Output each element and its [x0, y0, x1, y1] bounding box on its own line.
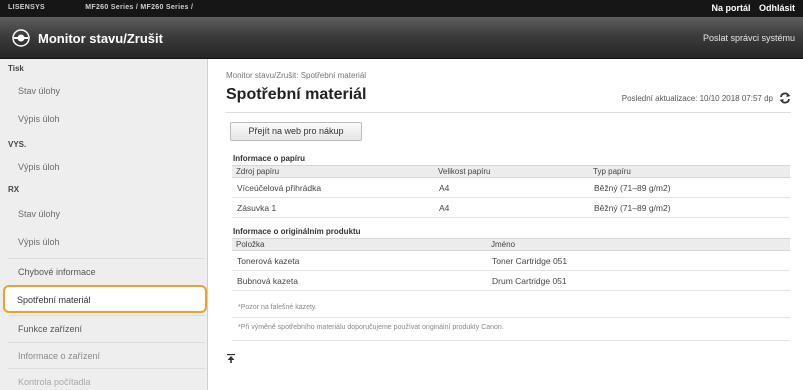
note-divider — [232, 317, 790, 318]
sidebar-heading-print: Tisk — [8, 64, 24, 73]
content-bottom-divider — [232, 340, 790, 341]
device-info: LISENSYS MF260 Series / MF260 Series / — [8, 4, 193, 11]
sidebar-heading-receive: RX — [8, 185, 20, 194]
top-links: Na portál Odhlásit — [705, 3, 795, 13]
go-to-shop-button[interactable]: Přejít na web pro nákup — [230, 122, 362, 141]
table-row: Tonerová kazeta Toner Cartridge 051 — [232, 250, 790, 271]
logout-link[interactable]: Odhlásit — [759, 3, 795, 13]
sidebar: Tisk Stav úlohy Výpis úloh VYS. Výpis úl… — [0, 59, 208, 390]
sidebar-item-device-features[interactable]: Funkce zařízení — [8, 315, 205, 341]
table-header-row: Položka Jméno — [232, 238, 790, 251]
top-bar: LISENSYS MF260 Series / MF260 Series / N… — [0, 0, 803, 17]
table-cell: Běžný (71–89 g/m2) — [589, 197, 790, 218]
refresh-icon[interactable] — [778, 91, 792, 105]
product-info-title: Informace o originálním produktu — [233, 227, 361, 236]
sidebar-link-print-job-log[interactable]: Výpis úloh — [18, 114, 60, 124]
column-header: Typ papíru — [589, 165, 790, 178]
title-bar: Monitor stavu/Zrušit Poslat správci syst… — [0, 17, 803, 59]
device-model: MF260 Series / MF260 Series / — [85, 4, 194, 11]
paper-info-title: Informace o papíru — [233, 154, 306, 163]
sidebar-item-counter-check[interactable]: Kontrola počítadla — [8, 368, 205, 390]
table-row: Zásuvka 1 A4 Běžný (71–89 g/m2) — [232, 197, 790, 218]
table-cell: Víceúčelová přihrádka — [232, 177, 434, 198]
column-header: Položka — [232, 238, 487, 251]
page-title: Spotřební materiál — [226, 86, 367, 103]
page-header-title: Monitor stavu/Zrušit — [38, 31, 163, 46]
main-content: Monitor stavu/Zrušit: Spotřební materiál… — [208, 59, 803, 390]
product-info-table: Položka Jméno Tonerová kazeta Toner Cart… — [232, 238, 790, 291]
last-update-text: Poslední aktualizace: 10/10 2018 07:57 d… — [621, 94, 773, 103]
table-header-row: Zdroj papíru Velikost papíru Typ papíru — [232, 165, 790, 178]
table-cell: A4 — [434, 197, 589, 218]
title-divider — [226, 112, 791, 113]
table-cell: Tonerová kazeta — [232, 250, 487, 271]
sidebar-item-consumables[interactable]: Spotřební materiál — [3, 285, 207, 313]
user-name: LISENSYS — [8, 4, 46, 11]
sidebar-link-send-job-log[interactable]: Výpis úloh — [18, 162, 60, 172]
portal-link[interactable]: Na portál — [711, 3, 750, 13]
table-cell: Drum Cartridge 051 — [487, 270, 790, 291]
paper-info-table: Zdroj papíru Velikost papíru Typ papíru … — [232, 165, 790, 218]
mail-admin-link[interactable]: Poslat správci systému — [703, 33, 795, 43]
sidebar-item-error-info[interactable]: Chybové informace — [8, 258, 205, 284]
table-cell: Toner Cartridge 051 — [487, 250, 790, 271]
table-cell: Běžný (71–89 g/m2) — [589, 177, 790, 198]
column-header: Jméno — [487, 238, 790, 251]
sidebar-heading-send: VYS. — [8, 140, 27, 149]
fake-cartridge-note: *Pozor na falešné kazety. — [238, 304, 317, 311]
genuine-products-note: *Při výměně spotřebního materiálu doporu… — [238, 324, 504, 331]
breadcrumb: Monitor stavu/Zrušit: Spotřební materiál — [226, 71, 367, 80]
sidebar-link-receive-job-status[interactable]: Stav úlohy — [18, 209, 60, 219]
back-to-top-icon[interactable] — [227, 354, 235, 363]
column-header: Velikost papíru — [434, 165, 589, 178]
table-cell: Zásuvka 1 — [232, 197, 434, 218]
sidebar-item-device-info[interactable]: Informace o zařízení — [8, 342, 205, 368]
sidebar-link-print-job-status[interactable]: Stav úlohy — [18, 86, 60, 96]
canon-device-icon — [12, 29, 30, 47]
table-cell: Bubnová kazeta — [232, 270, 487, 291]
column-header: Zdroj papíru — [232, 165, 434, 178]
table-row: Víceúčelová přihrádka A4 Běžný (71–89 g/… — [232, 177, 790, 198]
table-row: Bubnová kazeta Drum Cartridge 051 — [232, 270, 790, 291]
table-cell: A4 — [434, 177, 589, 198]
sidebar-link-receive-job-log[interactable]: Výpis úloh — [18, 237, 60, 247]
